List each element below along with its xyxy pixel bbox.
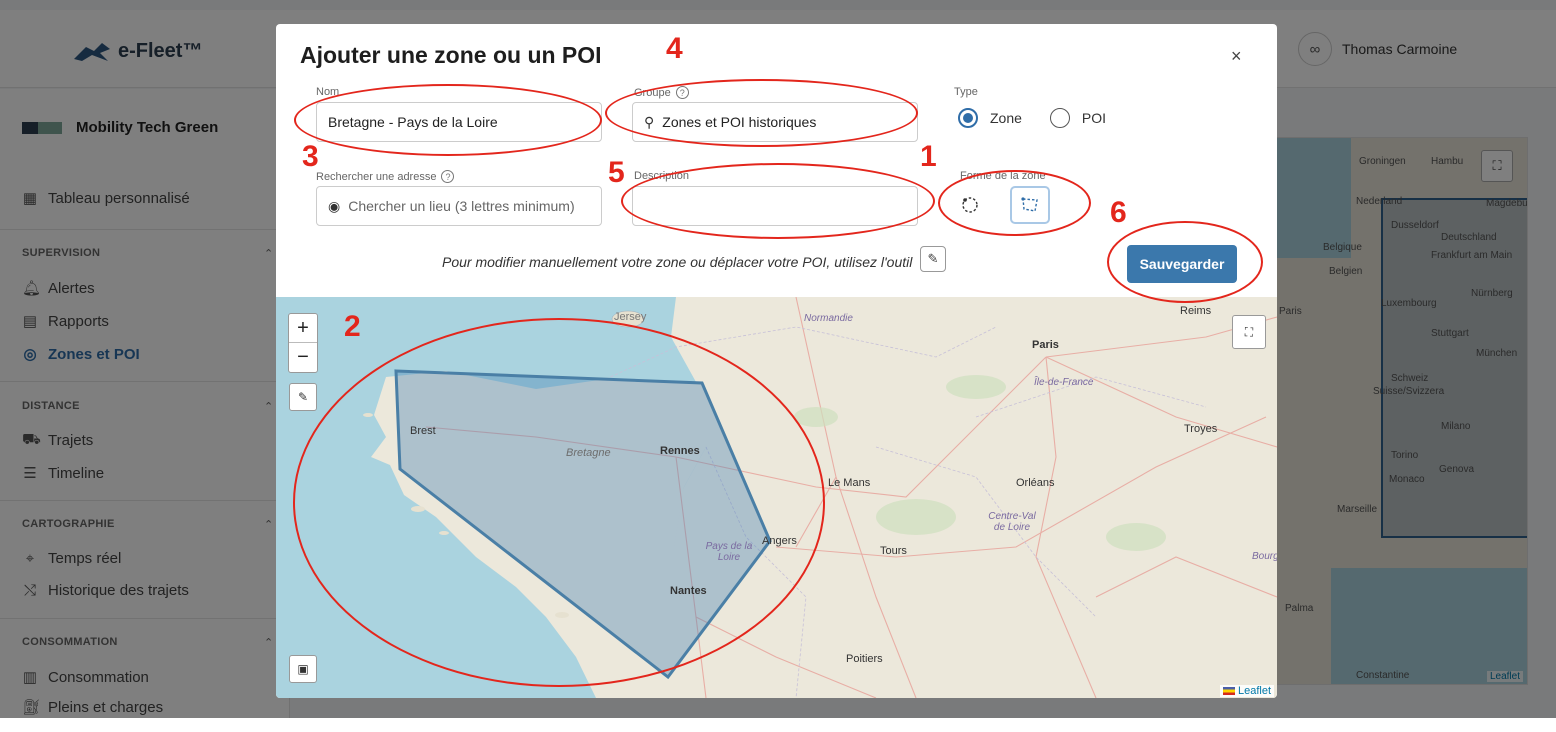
help-icon[interactable]: ?	[675, 86, 689, 99]
radio-label: POI	[1081, 110, 1107, 126]
type-radio-zone[interactable]: Zone	[958, 108, 1022, 128]
modal-title: Ajouter une zone ou un POI	[300, 42, 602, 68]
group-select[interactable]: ⚲ Zones et POI historiques	[632, 102, 918, 142]
name-input-value: Bretagne - Pays de la Loire	[328, 114, 498, 130]
name-label: Nom	[316, 86, 339, 98]
group-label-text: Groupe	[634, 86, 671, 99]
address-label-text: Rechercher une adresse	[316, 170, 437, 183]
map-label: Jersey	[614, 311, 647, 323]
group-select-value: Zones et POI historiques	[662, 114, 817, 130]
annotation-number: 6	[1110, 196, 1127, 229]
annotation-number: 4	[666, 32, 683, 65]
map-label: Tours	[880, 545, 907, 557]
address-search-input[interactable]: ◉ Chercher un lieu (3 lettres minimum)	[316, 186, 602, 226]
description-label-text: Description	[634, 170, 690, 182]
annotation-number: 3	[302, 140, 319, 173]
type-radio-poi[interactable]: POI	[1049, 108, 1107, 128]
zoom-control: + −	[288, 313, 318, 373]
map-edit-icon[interactable]: ✎	[289, 383, 317, 411]
map-label: Normandie	[804, 313, 853, 324]
radio-checked-icon	[958, 108, 978, 128]
zoom-out-button[interactable]: −	[289, 343, 317, 372]
map-label: Orléans	[1016, 477, 1055, 489]
map-label: Bretagne	[566, 447, 611, 459]
shape-circle-button[interactable]	[950, 186, 990, 224]
address-placeholder: Chercher un lieu (3 lettres minimum)	[348, 198, 575, 214]
group-label: Groupe ?	[634, 86, 689, 99]
map-label: Pays de la Loire	[705, 541, 753, 563]
map-label: Centre-Val de Loire	[988, 511, 1036, 533]
shape-label-text: Forme de la zone	[960, 170, 1046, 182]
address-label: Rechercher une adresse ?	[316, 170, 455, 183]
save-button[interactable]: Sauvegarder	[1127, 245, 1237, 283]
annotation-number: 1	[920, 140, 937, 173]
type-label-text: Type	[954, 86, 978, 98]
map-label: Nantes	[670, 585, 707, 597]
location-pin-icon: ◉	[328, 197, 341, 214]
fullscreen-icon[interactable]: ⛶	[1232, 315, 1266, 349]
type-label: Type	[954, 86, 978, 98]
help-icon[interactable]: ?	[441, 170, 455, 183]
map-tiles	[276, 297, 1277, 698]
map-label: Le Mans	[828, 477, 871, 489]
close-icon[interactable]: ×	[1231, 46, 1242, 67]
leaflet-attribution[interactable]: Leaflet	[1219, 685, 1274, 697]
radio-label: Zone	[990, 110, 1022, 126]
map-label: Angers	[762, 535, 797, 547]
map-label: Troyes	[1184, 423, 1218, 435]
edit-tool-icon[interactable]: ✎	[920, 246, 946, 272]
polygon-draw-icon	[1021, 197, 1038, 212]
search-icon: ⚲	[644, 113, 655, 130]
description-input[interactable]	[632, 186, 918, 226]
name-label-text: Nom	[316, 86, 340, 98]
map-label: Reims	[1180, 305, 1212, 317]
zone-map[interactable]: Jersey Normandie Paris Reims Île-de-Fran…	[276, 297, 1277, 698]
zoom-in-button[interactable]: +	[289, 314, 317, 343]
page-bottom	[0, 718, 1556, 732]
name-input[interactable]: Bretagne - Pays de la Loire	[316, 102, 602, 142]
type-radio-group: Zone POI	[958, 108, 1106, 128]
add-zone-modal: Ajouter une zone ou un POI × Nom Bretagn…	[276, 24, 1277, 698]
leaflet-link: Leaflet	[1237, 685, 1271, 697]
shape-label: Forme de la zone	[960, 170, 1046, 182]
radio-unchecked-icon	[1049, 108, 1070, 128]
map-label: Brest	[410, 425, 436, 437]
map-label: Paris	[1032, 339, 1059, 351]
flag-icon	[1222, 687, 1235, 695]
layers-icon[interactable]: ▣	[289, 655, 317, 683]
circle-draw-icon	[962, 197, 978, 213]
map-label: Poitiers	[846, 653, 883, 665]
edit-hint: Pour modifier manuellement votre zone ou…	[442, 254, 913, 270]
annotation-number: 5	[608, 156, 625, 189]
map-label: Bourgogne-Fra	[1252, 551, 1277, 562]
map-label: Île-de-France	[1034, 377, 1094, 388]
description-label: Description	[634, 170, 689, 182]
shape-polygon-button[interactable]	[1010, 186, 1050, 224]
annotation-number: 2	[344, 310, 361, 343]
map-label: Rennes	[660, 445, 700, 457]
